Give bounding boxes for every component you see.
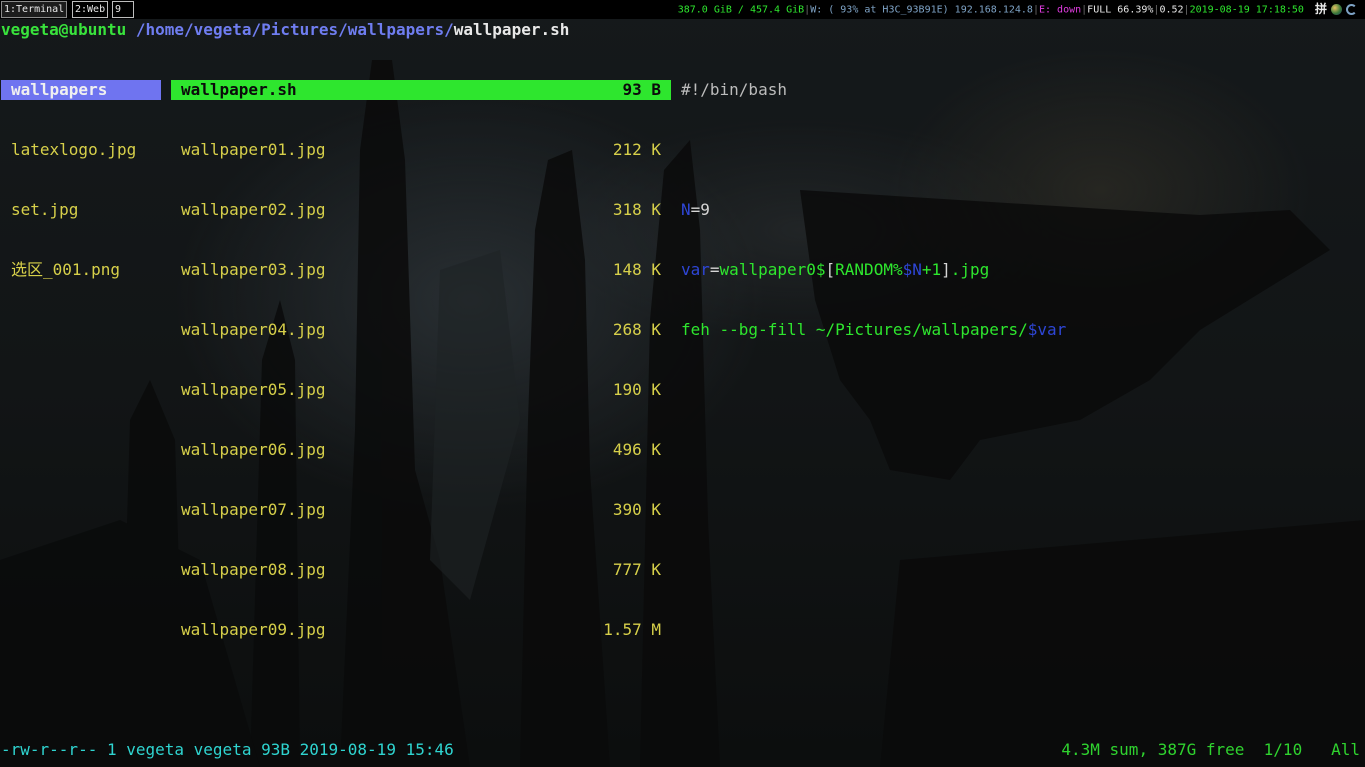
top-bar: 1:Terminal 2:Web 9 387.0 GiB / 457.4 GiB… <box>0 0 1365 19</box>
list-item-name: wallpapers <box>11 80 108 99</box>
list-item[interactable]: 选区_001.png <box>1 260 161 280</box>
file-size: 496 K <box>612 440 661 459</box>
file-name: wallpaper06.jpg <box>181 440 326 459</box>
file-size: 212 K <box>612 140 661 159</box>
file-size: 318 K <box>612 200 661 219</box>
file-name: wallpaper04.jpg <box>181 320 326 339</box>
file-row[interactable]: wallpaper.sh 93 B <box>171 80 671 100</box>
list-item-name: set.jpg <box>11 200 79 219</box>
directory-summary: 4.3M sum, 387G free 1/10 All <box>1061 740 1360 759</box>
code-bracket: ] <box>941 260 951 279</box>
code-variable: $var <box>1027 320 1067 339</box>
file-row[interactable]: wallpaper05.jpg 190 K <box>171 380 671 400</box>
list-item[interactable]: latexlogo.jpg <box>1 140 161 160</box>
ethernet-status: E: down <box>1038 4 1082 16</box>
code-value: 9 <box>700 200 710 219</box>
selected-file-label: wallpaper.sh <box>453 20 570 39</box>
current-directory-column: wallpaper.sh 93 B wallpaper01.jpg 212 K wa… <box>171 40 671 660</box>
file-name: wallpaper09.jpg <box>181 620 326 639</box>
code-bracket: [ <box>825 260 836 279</box>
code-operator: = <box>690 200 701 219</box>
preview-line: feh --bg-fill ~/Pictures/wallpapers/$var <box>681 320 1351 340</box>
file-preview: #!/bin/bash N=9 var=wallpaper0$[RANDOM%$… <box>681 40 1351 360</box>
file-name: wallpaper.sh <box>181 80 297 99</box>
path-label: /home/vegeta/Pictures/wallpapers/ <box>135 20 454 39</box>
ranger-statusline: -rw-r--r-- 1 vegeta vegeta 93B 2019-08-1… <box>1 740 1360 760</box>
globe-icon[interactable] <box>1331 4 1342 15</box>
file-row[interactable]: wallpaper03.jpg 148 K <box>171 260 671 280</box>
file-row[interactable]: wallpaper07.jpg 390 K <box>171 500 671 520</box>
parent-directory-column: wallpapers latexlogo.jpg set.jpg 选区_001.… <box>1 40 161 300</box>
file-row[interactable]: wallpaper01.jpg 212 K <box>171 140 671 160</box>
file-row[interactable]: wallpaper08.jpg 777 K <box>171 560 671 580</box>
list-item-name: 选区_001.png <box>11 260 121 279</box>
code-variable: $N <box>902 260 922 279</box>
file-name: wallpaper08.jpg <box>181 560 326 579</box>
file-row[interactable]: wallpaper04.jpg 268 K <box>171 320 671 340</box>
disk-status: 387.0 GiB / 457.4 GiB <box>677 4 805 16</box>
workspace-9-button[interactable]: 9 <box>112 1 134 18</box>
file-size: 777 K <box>612 560 661 579</box>
network-manager-icon[interactable] <box>1346 4 1357 15</box>
ranger-title: vegeta@ubuntu /home/vegeta/Pictures/wall… <box>1 20 569 40</box>
file-size: 268 K <box>612 320 661 339</box>
workspace-2-button[interactable]: 2:Web <box>72 1 109 18</box>
list-item[interactable]: wallpapers <box>1 80 161 100</box>
workspace-1-button[interactable]: 1:Terminal <box>1 1 68 18</box>
code-string: wallpaper0$ <box>719 260 826 279</box>
file-row[interactable]: wallpaper06.jpg 496 K <box>171 440 671 460</box>
file-name: wallpaper01.jpg <box>181 140 326 159</box>
input-method-icon[interactable]: 拼 <box>1315 0 1327 19</box>
shebang-text: #!/bin/bash <box>681 80 787 99</box>
file-name: wallpaper07.jpg <box>181 500 326 519</box>
host-label: vegeta@ubuntu <box>1 20 127 39</box>
preview-line-empty <box>681 140 1351 160</box>
file-row[interactable]: wallpaper09.jpg 1.57 M <box>171 620 671 640</box>
file-row[interactable]: wallpaper02.jpg 318 K <box>171 200 671 220</box>
status-area: 387.0 GiB / 457.4 GiB|W: ( 93% at H3C_93… <box>678 0 1357 19</box>
code-variable: var <box>681 260 710 279</box>
load-status: 0.52 <box>1159 4 1184 16</box>
preview-line: var=wallpaper0$[RANDOM%$N+1].jpg <box>681 260 1351 280</box>
file-size: 1.57 M <box>603 620 661 639</box>
list-item[interactable]: set.jpg <box>1 200 161 220</box>
wifi-status: W: ( 93% at H3C_93B91E) 192.168.124.8 <box>810 4 1033 16</box>
code-string: .jpg <box>950 260 990 279</box>
preview-line: N=9 <box>681 200 1351 220</box>
code-command: feh --bg-fill ~/Pictures/wallpapers/ <box>681 320 1028 339</box>
file-size: 390 K <box>612 500 661 519</box>
file-size: 190 K <box>612 380 661 399</box>
file-size: 93 B <box>622 80 661 99</box>
battery-status: FULL 66.39% <box>1087 4 1154 16</box>
file-info: -rw-r--r-- 1 vegeta vegeta 93B 2019-08-1… <box>1 740 454 759</box>
code-string: RANDOM% <box>835 260 903 279</box>
preview-line: #!/bin/bash <box>681 80 1351 100</box>
list-item-name: latexlogo.jpg <box>11 140 137 159</box>
code-string: +1 <box>921 260 942 279</box>
datetime-status: 2019-08-19 17:18:50 <box>1189 4 1304 16</box>
file-name: wallpaper03.jpg <box>181 260 326 279</box>
code-operator: = <box>709 260 720 279</box>
code-variable: N <box>681 200 691 219</box>
file-name: wallpaper05.jpg <box>181 380 326 399</box>
file-name: wallpaper02.jpg <box>181 200 326 219</box>
file-size: 148 K <box>612 260 661 279</box>
